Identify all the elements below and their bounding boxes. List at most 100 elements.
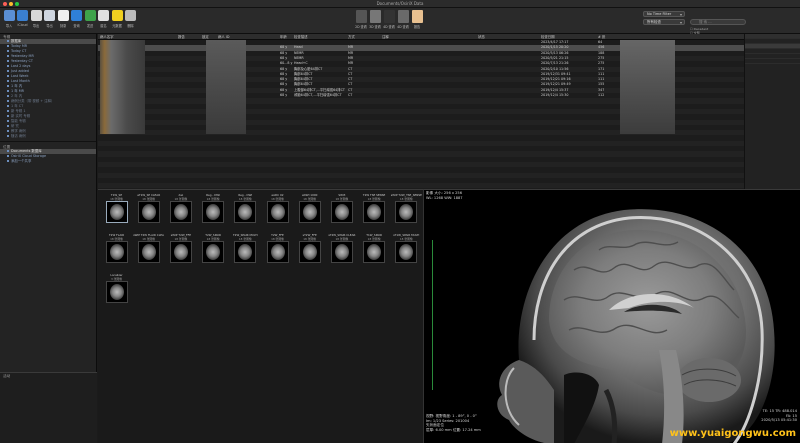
- series-image: [266, 201, 289, 223]
- series-thumbnail[interactable]: eADC 02 18 张图像: [262, 193, 293, 224]
- series-thumbnail[interactable]: sWIP T2W_TSE_SENSE 18 张图像: [391, 193, 422, 224]
- toolbar-icon: [57, 10, 69, 21]
- viewer-icon: [369, 10, 381, 23]
- series-image: [105, 201, 128, 223]
- toolbar-icon: [125, 10, 136, 21]
- toolbar-button-2[interactable]: 导出: [29, 10, 43, 28]
- series-browser: T1W_SE 18 张图像 eT1W_SE CLEAR 18 张图像 dwi 18 张图像…: [98, 189, 423, 443]
- brain-slice-image: [334, 244, 349, 260]
- viewer-button-0[interactable]: 2D 查看: [354, 10, 368, 29]
- location-label: 添加一个共享: [11, 159, 32, 163]
- series-image: [363, 241, 386, 263]
- brain-slice-image: [109, 244, 124, 260]
- album-label: Yesterday MR: [11, 54, 34, 58]
- series-thumbnail[interactable]: Reg - DWI 18 张图像: [230, 193, 261, 224]
- viewer-icon: [411, 10, 423, 23]
- album-label: 1 年 CT: [11, 104, 24, 108]
- album-label: 1 年 内: [11, 84, 23, 88]
- album-icon: [7, 75, 9, 77]
- table-row[interactable]: [98, 183, 744, 189]
- image-viewer[interactable]: 影像 大小: 256 x 256 WL: 1268 WW: 1887 视野: 视…: [423, 189, 800, 443]
- album-label: 数据库: [11, 39, 22, 43]
- album-label: Just added: [11, 69, 29, 73]
- viewer-button-1[interactable]: 3D 查看: [368, 10, 382, 29]
- album-label: Today MR: [11, 44, 28, 48]
- toolbar-button-3[interactable]: 导出: [43, 10, 57, 28]
- album-label: 1 年 MR: [11, 89, 24, 93]
- series-thumbnail[interactable]: sWIP T2W FLAIR CLEAR 18 张图像: [133, 233, 164, 264]
- series-thumbnail[interactable]: SWI3 18 张图像: [326, 193, 357, 224]
- album-icon: [7, 90, 9, 92]
- brain-slice-image: [141, 244, 156, 260]
- album-icon: [7, 70, 9, 72]
- sidebar-album-item[interactable]: 随访 病例: [0, 134, 96, 139]
- brain-slice-image: [270, 204, 285, 220]
- location-label: OsiriX Cloud Storage: [11, 154, 47, 158]
- series-thumbnail[interactable]: T2W FLAIR 18 张图像: [101, 233, 132, 264]
- album-icon: [7, 60, 9, 62]
- toolbar-icon: [3, 10, 15, 21]
- viewer-button-label: 4D 查看: [397, 25, 409, 29]
- series-thumbnail[interactable]: sT2W_SPAIR CLEAR 18 张图像: [326, 233, 357, 264]
- series-image: [330, 241, 353, 263]
- toolbar-button-0[interactable]: 导入: [2, 10, 16, 28]
- brain-slice-image: [367, 204, 382, 220]
- series-thumbnail[interactable]: T1W_SPAIR 18 张图像: [359, 233, 390, 264]
- series-thumbnail[interactable]: T2W TSE SENSE 18 张图像: [359, 193, 390, 224]
- viewer-icon: [397, 10, 409, 23]
- toolbar-button-7[interactable]: 匿名: [97, 10, 111, 28]
- album-icon: [7, 120, 9, 122]
- toolbar-icon: [111, 10, 123, 21]
- series-thumbnail[interactable]: T1W_SE 18 张图像: [101, 193, 132, 224]
- main-toolbar: 导入 iCloud 导出 导出 刻录 查询 发送 匿名 元数据 删除 2D 查看 3D 查看 4D 查…: [0, 8, 800, 35]
- toolbar-button-5[interactable]: 查询: [70, 10, 84, 28]
- series-image: [395, 241, 418, 263]
- series-thumbnail[interactable]: eDWI 1000 18 张图像: [294, 193, 325, 224]
- right-panel: [744, 34, 800, 189]
- brain-slice-image: [399, 244, 414, 260]
- album-label: 病例分类（带 视频 + 注释）: [11, 99, 55, 103]
- image-size-text: 影像 大小: 256 x 256: [426, 191, 463, 195]
- viewer-button-2[interactable]: 4D 查看: [382, 10, 396, 29]
- album-label: 随访 病例: [11, 134, 26, 138]
- study-filter-select[interactable]: 所有检查: [643, 19, 685, 25]
- brain-slice-image: [141, 204, 156, 220]
- toolbar-button-label: 匿名: [100, 24, 107, 28]
- watermark: www.yuaigongwu.com: [669, 428, 796, 439]
- series-thumbnail[interactable]: sT2W_FFE 18 张图像: [294, 233, 325, 264]
- sidebar-location-item[interactable]: 添加一个共享: [0, 159, 96, 164]
- toolbar-button-label: iCloud: [17, 23, 28, 27]
- toolbar-button-4[interactable]: 刻录: [56, 10, 70, 28]
- search-input[interactable]: 搜 索 ...: [690, 19, 746, 25]
- toolbar-button-1[interactable]: iCloud: [16, 10, 30, 27]
- series-thumbnail[interactable]: sT1W_SPAIR MULTI 18 张图像: [391, 233, 422, 264]
- viewer-button-4[interactable]: 报告: [410, 10, 424, 29]
- series-thumbnail[interactable]: Localizer 3 张图像: [101, 273, 132, 304]
- study-table: 病人名字 报告 锁定 病人 ID 年龄 检查描述 方式 注释 状态 检查日期 # 张 2023/4/…: [98, 34, 744, 189]
- album-icon: [7, 130, 9, 132]
- viewer-button-3[interactable]: 4D 查看: [396, 10, 410, 29]
- series-image: [137, 241, 160, 263]
- sidebar: 专辑 数据库 Today MR Today CT Yesterday MR Yester…: [0, 34, 97, 372]
- toolbar-button-6[interactable]: 发送: [83, 10, 97, 28]
- series-thumbnail[interactable]: Reg - DWI 18 张图像: [198, 193, 229, 224]
- mri-sagittal-image: [497, 209, 775, 443]
- series-thumbnail[interactable]: sWIP T2W_FFE 18 张图像: [165, 233, 196, 264]
- series-image: [105, 241, 128, 263]
- series-image: [395, 201, 418, 223]
- brain-slice-image: [399, 204, 414, 220]
- series-preview: [620, 40, 675, 134]
- toolbar-button-8[interactable]: 元数据: [110, 10, 124, 28]
- series-thumbnail[interactable]: T2W_SPAIR 18 张图像: [198, 233, 229, 264]
- view-angle-text: 视野: 视野角度: 1 - 89°, 0 - 0°: [426, 414, 477, 418]
- series-thumbnail[interactable]: eT1W_SE CLEAR 18 张图像: [133, 193, 164, 224]
- series-thumbnail[interactable]: T2W_FFE 18 张图像: [262, 233, 293, 264]
- brain-slice-image: [238, 244, 253, 260]
- activity-title: 活动: [3, 374, 11, 378]
- series-image: [234, 201, 257, 223]
- series-thumbnail[interactable]: T2W_SPAIR MULTI 18 张图像: [230, 233, 261, 264]
- series-thumbnail[interactable]: dwi 18 张图像: [165, 193, 196, 224]
- time-filter-select[interactable]: No Time Filter: [643, 11, 685, 17]
- brain-slice-image: [334, 204, 349, 220]
- toolbar-button-9[interactable]: 删除: [124, 10, 138, 28]
